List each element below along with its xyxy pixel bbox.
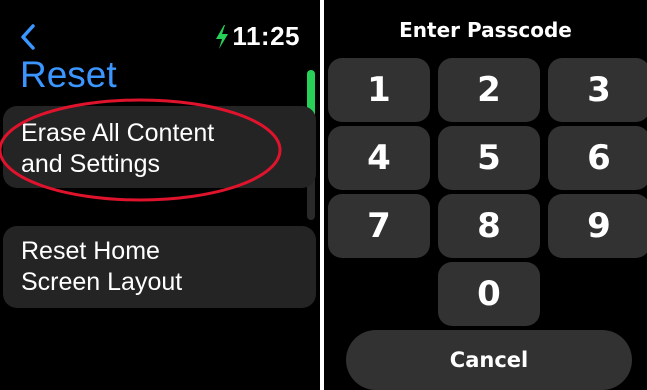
menu-item-label-line2: and Settings — [21, 150, 160, 178]
menu-item-label-line1: Reset Home — [21, 237, 160, 265]
keypad-key-4[interactable]: 4 — [328, 126, 430, 190]
menu-item-label-line2: Screen Layout — [21, 268, 183, 296]
passcode-screen: Enter Passcode 1 2 3 4 5 6 7 8 9 0 Cance… — [324, 0, 647, 390]
cancel-button[interactable]: Cancel — [346, 330, 632, 390]
keypad-key-8[interactable]: 8 — [438, 194, 540, 258]
erase-all-content-button[interactable]: Erase All Content and Settings — [3, 106, 316, 188]
passcode-title: Enter Passcode — [399, 18, 572, 42]
lightning-bolt-icon — [216, 24, 229, 49]
keypad-key-9[interactable]: 9 — [548, 194, 647, 258]
clock-time: 11:25 — [232, 21, 300, 51]
back-button[interactable] — [16, 22, 40, 52]
reset-home-screen-layout-button[interactable]: Reset Home Screen Layout — [3, 226, 316, 308]
keypad-key-0[interactable]: 0 — [438, 262, 540, 326]
keypad-key-6[interactable]: 6 — [548, 126, 647, 190]
status-bar: 11:25 — [214, 21, 300, 52]
reset-settings-screen: 11:25 Reset Erase All Content and Settin… — [0, 0, 320, 390]
keypad-key-1[interactable]: 1 — [328, 58, 430, 122]
keypad-key-2[interactable]: 2 — [438, 58, 540, 122]
keypad-key-7[interactable]: 7 — [328, 194, 430, 258]
page-title: Reset — [20, 54, 117, 95]
chevron-left-icon — [21, 24, 35, 50]
menu-item-label-line1: Erase All Content — [21, 119, 215, 147]
keypad-key-3[interactable]: 3 — [548, 58, 647, 122]
keypad-key-5[interactable]: 5 — [438, 126, 540, 190]
